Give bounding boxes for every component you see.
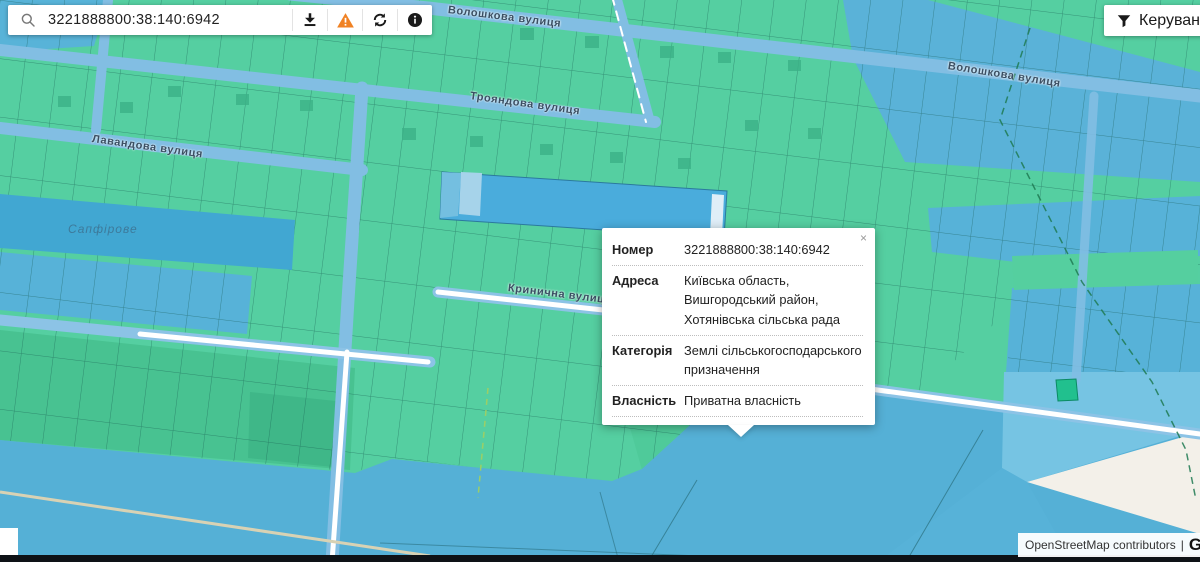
popup-label: Адреса — [612, 271, 684, 329]
info-button[interactable] — [397, 9, 432, 31]
map-attribution: OpenStreetMap contributors | GitH — [1018, 533, 1200, 557]
brand-logo[interactable]: GitH — [1189, 535, 1200, 555]
manage-button[interactable]: Керуван — [1104, 5, 1200, 36]
popup-label: Власність — [612, 391, 684, 410]
popup-label: Категорія — [612, 341, 684, 379]
search-bar — [8, 5, 432, 35]
popup-row-number: Номер 3221888800:38:140:6942 — [612, 235, 863, 266]
osm-attribution-link[interactable]: OpenStreetMap contributors — [1025, 538, 1176, 552]
download-button[interactable] — [292, 9, 327, 31]
popup-value: Землі сільськогосподарського призначення — [684, 341, 863, 379]
search-icon — [20, 12, 36, 28]
attribution-separator: | — [1181, 538, 1184, 552]
warning-button[interactable] — [327, 9, 362, 31]
popup-value: Приватна власність — [684, 391, 863, 410]
popup-value: Київська область, Вишгородський район, Х… — [684, 271, 863, 329]
download-icon — [301, 11, 319, 29]
popup-row-address: Адреса Київська область, Вишгородський р… — [612, 266, 863, 336]
filter-funnel-icon — [1116, 13, 1132, 29]
popup-close-button[interactable]: × — [860, 232, 867, 244]
info-icon — [406, 11, 424, 29]
cadastral-map-app: { "search": { "query": "3221888800:38:14… — [0, 0, 1200, 562]
popup-value: 3221888800:38:140:6942 — [684, 240, 863, 259]
map-canvas[interactable] — [0, 0, 1200, 562]
manage-button-label: Керуван — [1139, 12, 1200, 30]
warning-icon — [336, 11, 355, 30]
refresh-icon — [371, 11, 389, 29]
refresh-button[interactable] — [362, 9, 397, 31]
highlighted-parcel-right[interactable] — [1056, 379, 1078, 401]
popup-arrow — [728, 425, 754, 437]
parcel-info-popup: × Номер 3221888800:38:140:6942 Адреса Ки… — [602, 228, 875, 425]
bottom-left-white-box — [0, 528, 18, 556]
popup-row-category: Категорія Землі сільськогосподарського п… — [612, 336, 863, 386]
search-input[interactable] — [46, 11, 292, 29]
green-strip-right[interactable] — [1012, 250, 1198, 290]
popup-row-ownership: Власність Приватна власність — [612, 386, 863, 417]
popup-label: Номер — [612, 240, 684, 259]
